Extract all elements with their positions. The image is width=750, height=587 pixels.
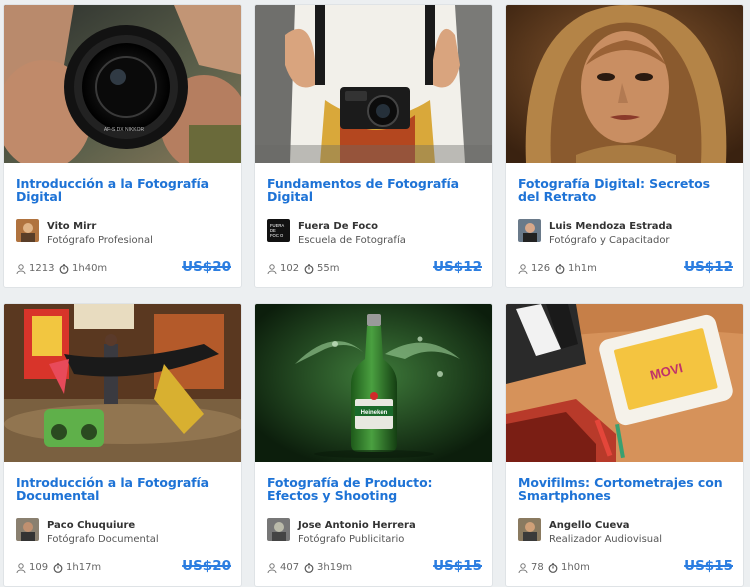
students-value: 102 (280, 263, 300, 274)
author-name: Jose Antonio Herrera (298, 520, 416, 531)
author-info[interactable]: Jose Antonio Herrera Fotógrafo Publicita… (267, 518, 484, 545)
author-role: Fotógrafo Profesional (47, 235, 153, 246)
course-card[interactable]: AF-S DX NIKKOR Introducción a la Fotogra… (3, 4, 242, 288)
author-role: Realizador Audiovisual (549, 534, 663, 545)
duration: 1h40m (59, 263, 107, 274)
course-grid: AF-S DX NIKKOR Introducción a la Fotogra… (3, 4, 744, 587)
svg-text:Heineken: Heineken (361, 410, 388, 416)
course-thumbnail[interactable]: Heineken (255, 304, 492, 462)
price: US$20 (182, 259, 231, 275)
author-info[interactable]: Luis Mendoza Estrada Fotógrafo y Capacit… (518, 219, 735, 246)
students-value: 126 (531, 263, 551, 274)
course-thumbnail[interactable] (255, 5, 492, 163)
students-count: 407 (267, 562, 299, 573)
author-role: Escuela de Fotografía (298, 235, 406, 246)
course-thumbnail[interactable]: AF-S DX NIKKOR (4, 5, 241, 163)
author-info[interactable]: Vito Mirr Fotógrafo Profesional (16, 219, 233, 246)
stopwatch-icon (304, 562, 314, 573)
course-thumbnail[interactable] (4, 304, 241, 462)
course-stats: 78 1h0m US$15 (518, 558, 733, 576)
user-icon (16, 562, 26, 573)
course-card[interactable]: Fotografía Digital: Secretos del Retrato… (505, 4, 744, 288)
stopwatch-icon (59, 263, 69, 274)
price: US$12 (684, 259, 733, 275)
course-thumbnail[interactable] (506, 5, 743, 163)
course-card[interactable]: Fundamentos de Fotografía Digital FUERA D… (254, 4, 493, 288)
duration: 1h0m (548, 562, 590, 573)
course-title[interactable]: Fundamentos de Fotografía Digital (267, 177, 482, 203)
students-value: 407 (280, 562, 300, 573)
author-name: Fuera De Foco (298, 221, 379, 232)
course-title[interactable]: Fotografía de Producto: Efectos y Shooti… (267, 476, 482, 502)
user-icon (267, 562, 277, 573)
avatar (16, 219, 39, 242)
price: US$20 (182, 558, 231, 574)
price: US$15 (433, 558, 482, 574)
course-card[interactable]: Introducción a la Fotografía Documental … (3, 303, 242, 587)
avatar (267, 518, 290, 541)
course-title[interactable]: Introducción a la Fotografía Digital (16, 177, 231, 203)
course-thumbnail[interactable]: MOVI (506, 304, 743, 462)
author-name: Paco Chuquiure (47, 520, 136, 531)
avatar: FUERA DE FOC O (267, 219, 290, 242)
course-stats: 109 1h17m US$20 (16, 558, 231, 576)
students-count: 102 (267, 263, 299, 274)
price: US$15 (684, 558, 733, 574)
duration: 1h17m (53, 562, 101, 573)
students-count: 109 (16, 562, 48, 573)
author-info[interactable]: Paco Chuquiure Fotógrafo Documental (16, 518, 233, 545)
students-value: 109 (29, 562, 49, 573)
duration-value: 55m (317, 263, 340, 274)
user-icon (518, 562, 528, 573)
students-count: 126 (518, 263, 550, 274)
user-icon (267, 263, 277, 274)
stopwatch-icon (548, 562, 558, 573)
course-stats: 1213 1h40m US$20 (16, 259, 231, 277)
course-title[interactable]: Introducción a la Fotografía Documental (16, 476, 231, 502)
students-count: 78 (518, 562, 544, 573)
students-count: 1213 (16, 263, 54, 274)
course-title[interactable]: Movifilms: Cortometrajes con Smartphones (518, 476, 733, 502)
course-card[interactable]: MOVI Movifilms: Cortometrajes con Smartp… (505, 303, 744, 587)
author-info[interactable]: FUERA DE FOC O Fuera De Foco Escuela de Fo… (267, 219, 484, 246)
stopwatch-icon (53, 562, 63, 573)
duration: 1h1m (555, 263, 597, 274)
author-role: Fotógrafo Publicitario (298, 534, 405, 545)
author-name: Angello Cueva (549, 520, 630, 531)
duration-value: 1h40m (72, 263, 108, 274)
author-name: Vito Mirr (47, 221, 97, 232)
svg-text:AF-S DX NIKKOR: AF-S DX NIKKOR (104, 127, 145, 133)
course-title[interactable]: Fotografía Digital: Secretos del Retrato (518, 177, 733, 203)
author-name: Luis Mendoza Estrada (549, 221, 673, 232)
course-stats: 407 3h19m US$15 (267, 558, 482, 576)
students-value: 78 (531, 562, 544, 573)
duration-value: 3h19m (317, 562, 353, 573)
stopwatch-icon (555, 263, 565, 274)
duration-value: 1h1m (568, 263, 597, 274)
author-role: Fotógrafo y Capacitador (549, 235, 670, 246)
duration-value: 1h17m (66, 562, 102, 573)
course-stats: 102 55m US$12 (267, 259, 482, 277)
avatar (16, 518, 39, 541)
price: US$12 (433, 259, 482, 275)
author-role: Fotógrafo Documental (47, 534, 159, 545)
author-info[interactable]: Angello Cueva Realizador Audiovisual (518, 518, 735, 545)
course-stats: 126 1h1m US$12 (518, 259, 733, 277)
course-card[interactable]: Heineken Fotografía de Producto: Efectos… (254, 303, 493, 587)
svg-text:FOC O: FOC O (270, 233, 284, 238)
stopwatch-icon (304, 263, 314, 274)
avatar (518, 518, 541, 541)
duration: 3h19m (304, 562, 352, 573)
avatar (518, 219, 541, 242)
duration: 55m (304, 263, 339, 274)
duration-value: 1h0m (561, 562, 590, 573)
students-value: 1213 (29, 263, 55, 274)
user-icon (518, 263, 528, 274)
user-icon (16, 263, 26, 274)
